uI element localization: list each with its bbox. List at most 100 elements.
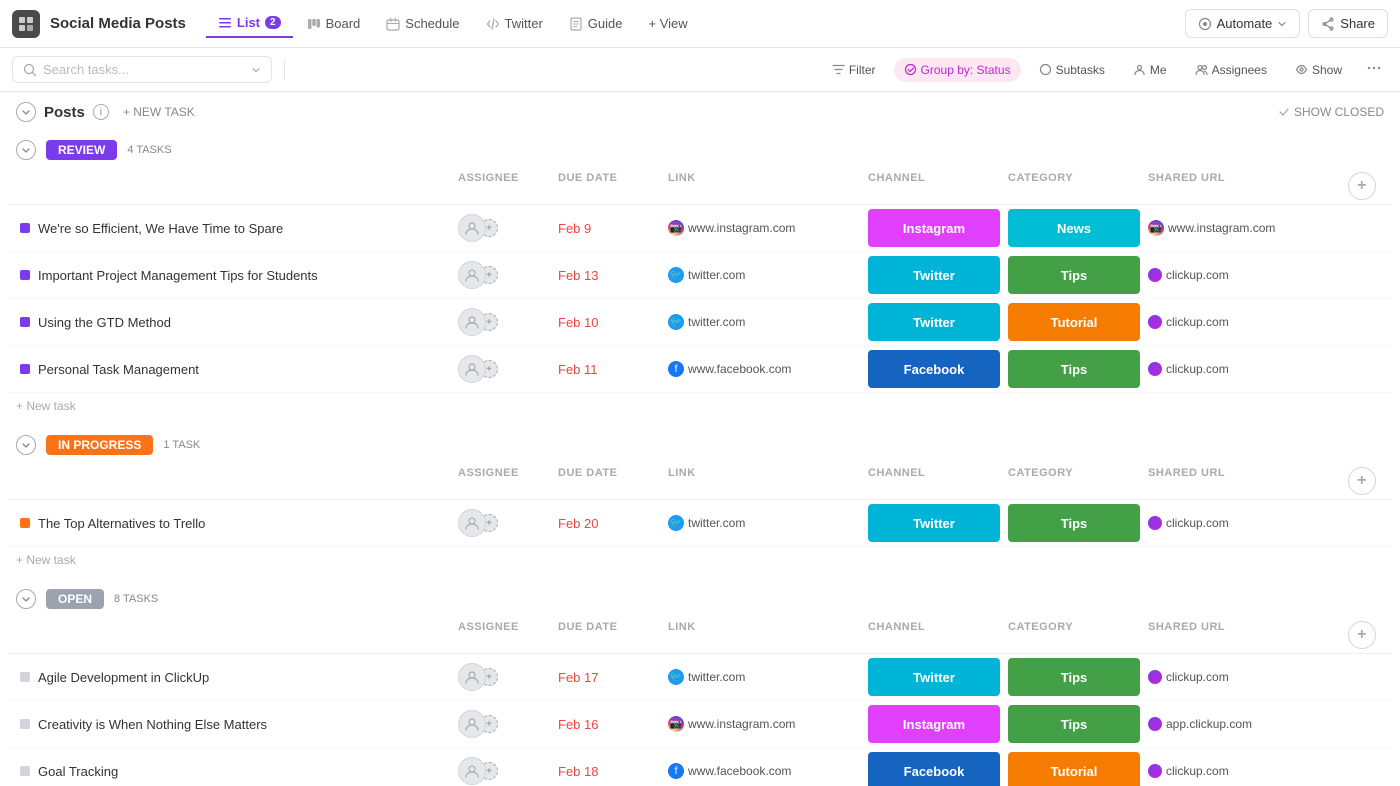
group-review-header[interactable]: REVIEW 4 TASKS [0,132,1400,168]
link-col-header: LINK [664,172,864,200]
show-button[interactable]: Show [1285,58,1352,82]
avatar [458,261,486,289]
open-collapse-btn[interactable] [16,589,36,609]
task-name[interactable]: Goal Tracking [38,764,118,779]
group-by-button[interactable]: Group by: Status [894,58,1021,82]
channel-badge: Twitter [868,303,1000,341]
category-badge: Tips [1008,256,1140,294]
search-divider [284,60,285,80]
channel-badge: Instagram [868,209,1000,247]
group-in-progress-header[interactable]: IN PROGRESS 1 TASK [0,427,1400,463]
category-badge: Tutorial [1008,752,1140,786]
task-name[interactable]: Agile Development in ClickUp [38,670,209,685]
task-name[interactable]: Creativity is When Nothing Else Matters [38,717,267,732]
more-options-button[interactable] [1360,56,1388,83]
in-progress-collapse-btn[interactable] [16,435,36,455]
link-cell: 🐦 twitter.com [664,267,864,283]
add-view-btn[interactable]: + View [637,10,700,37]
twitter-icon: 🐦 [668,515,684,531]
category-cell: Tutorial [1004,303,1144,341]
share-button[interactable]: Share [1308,9,1388,38]
link-cell: f www.facebook.com [664,361,864,377]
link-col-header: LINK [664,621,864,649]
due-date: Feb 16 [554,717,664,732]
group-open-header[interactable]: OPEN 8 TASKS [0,581,1400,617]
open-label: OPEN [46,589,104,609]
category-badge: Tips [1008,658,1140,696]
nav-right: Automate Share [1185,9,1388,38]
category-cell: Tips [1004,705,1144,743]
avatar [458,355,486,383]
channel-cell: Twitter [864,256,1004,294]
add-column-btn-in-progress[interactable]: + [1348,467,1376,495]
facebook-icon: f [668,763,684,779]
category-cell: Tutorial [1004,752,1144,786]
review-collapse-btn[interactable] [16,140,36,160]
category-cell: News [1004,209,1144,247]
avatar-cell: + [454,710,554,738]
nav-tabs: List 2 Board Schedule Twitter Guide + Vi… [206,9,700,38]
channel-badge: Facebook [868,752,1000,786]
project-title: Social Media Posts [50,15,186,32]
category-badge: Tips [1008,705,1140,743]
task-name[interactable]: Personal Task Management [38,362,199,377]
category-badge: Tips [1008,350,1140,388]
channel-badge: Facebook [868,350,1000,388]
add-column-btn-open[interactable]: + [1348,621,1376,649]
toolbar-actions: Filter Group by: Status Subtasks Me Assi… [822,56,1388,83]
category-badge: Tutorial [1008,303,1140,341]
shared-url-cell: clickup.com [1144,670,1344,684]
filter-button[interactable]: Filter [822,58,886,82]
category-cell: Tips [1004,256,1144,294]
assignees-button[interactable]: Assignees [1185,58,1277,82]
task-name[interactable]: Using the GTD Method [38,315,171,330]
in-progress-table-header: ASSIGNEE DUE DATE LINK CHANNEL CATEGORY … [8,463,1392,500]
avatar-cell: + [454,757,554,785]
tab-guide[interactable]: Guide [557,10,635,37]
avatar-cell: + [454,261,554,289]
clickup-icon [1148,764,1162,778]
show-closed-button[interactable]: SHOW CLOSED [1278,105,1384,119]
clickup-icon [1148,516,1162,530]
task-name[interactable]: The Top Alternatives to Trello [38,516,205,531]
task-name[interactable]: Important Project Management Tips for St… [38,268,318,283]
avatar [458,509,486,537]
tab-schedule[interactable]: Schedule [374,10,471,37]
due-date: Feb 18 [554,764,664,779]
link-cell: 📷 www.instagram.com [664,220,864,236]
channel-badge: Twitter [868,256,1000,294]
avatar-cell: + [454,308,554,336]
app-icon [12,10,40,38]
category-cell: Tips [1004,504,1144,542]
automate-button[interactable]: Automate [1185,9,1301,38]
category-cell: Tips [1004,658,1144,696]
posts-collapse-btn[interactable] [16,102,36,122]
info-icon[interactable]: i [93,104,109,120]
clickup-icon [1148,315,1162,329]
search-box[interactable]: Search tasks... [12,56,272,83]
tab-list[interactable]: List 2 [206,9,293,38]
tab-twitter[interactable]: Twitter [474,10,555,37]
task-name[interactable]: We're so Efficient, We Have Time to Spar… [38,221,283,236]
channel-cell: Facebook [864,752,1004,786]
top-nav: Social Media Posts List 2 Board Schedule… [0,0,1400,48]
clickup-icon [1148,362,1162,376]
me-button[interactable]: Me [1123,58,1177,82]
task-dot [20,672,30,682]
tab-board[interactable]: Board [295,10,373,37]
new-task-row-in-progress[interactable]: + New task [0,547,1400,573]
channel-cell: Facebook [864,350,1004,388]
category-badge: Tips [1008,504,1140,542]
category-cell: Tips [1004,350,1144,388]
subtasks-button[interactable]: Subtasks [1029,58,1115,82]
add-column-btn-review[interactable]: + [1348,172,1376,200]
due-date-col-header: DUE DATE [554,467,664,495]
review-task-count: 4 TASKS [127,144,171,156]
category-col-header: CATEGORY [1004,621,1144,649]
shared-url-cell: clickup.com [1144,764,1344,778]
task-name-cell: Creativity is When Nothing Else Matters [16,713,454,736]
new-task-header-button[interactable]: + NEW TASK [117,103,201,121]
channel-cell: Instagram [864,209,1004,247]
new-task-row-review[interactable]: + New task [0,393,1400,419]
channel-cell: Twitter [864,658,1004,696]
